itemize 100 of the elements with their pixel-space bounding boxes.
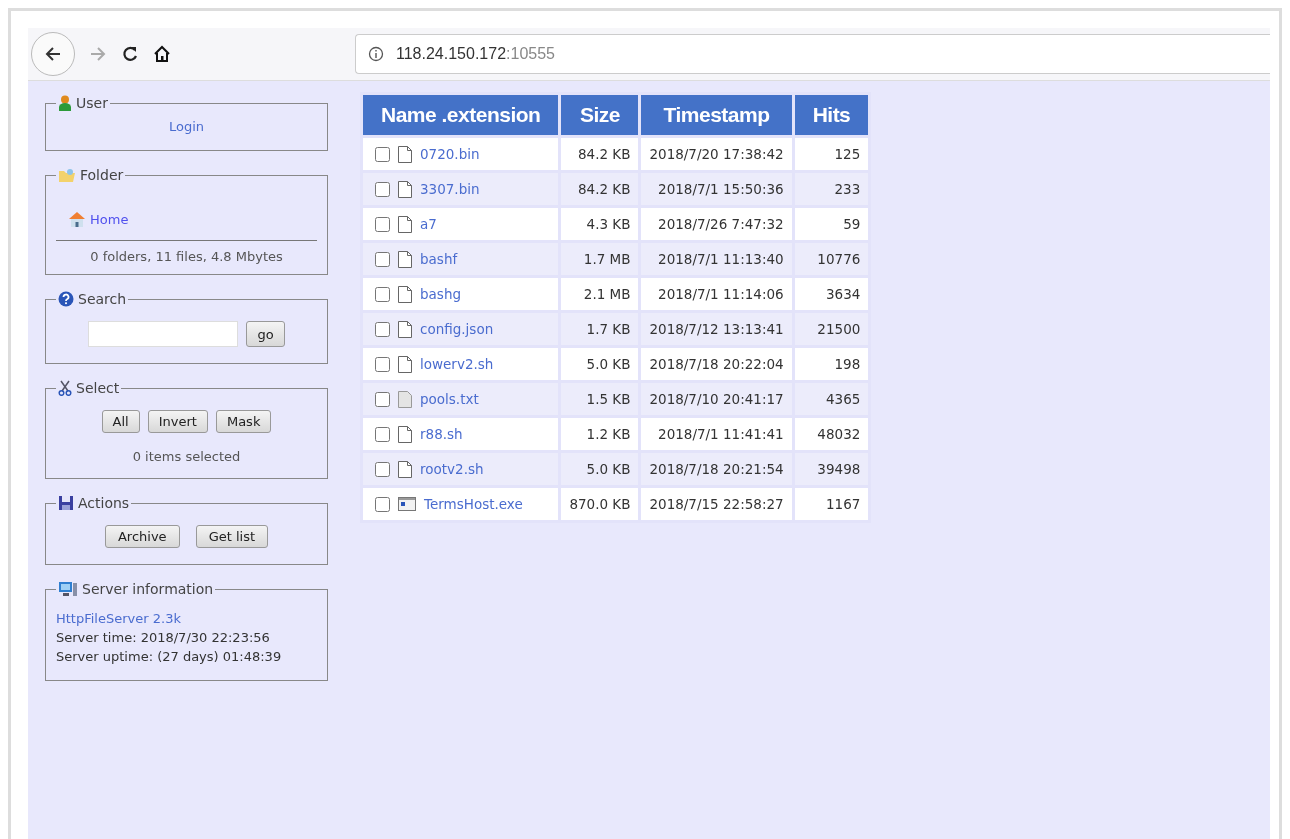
table-cell: 84.2 KB: [561, 173, 639, 205]
row-checkbox[interactable]: [375, 426, 390, 442]
file-link[interactable]: bashf: [420, 251, 458, 267]
server-version-link[interactable]: HttpFileServer 2.3k: [56, 609, 317, 628]
column-header[interactable]: Name .extension: [363, 95, 559, 135]
table-cell: 5.0 KB: [561, 348, 639, 380]
house-icon: [68, 211, 86, 228]
file-icon: [398, 320, 412, 338]
file-link[interactable]: 0720.bin: [420, 146, 480, 162]
table-cell: 59: [794, 208, 869, 240]
file-link[interactable]: bashg: [420, 286, 461, 302]
column-header[interactable]: Size: [561, 95, 639, 135]
scissors-icon: [58, 380, 72, 396]
file-icon: [398, 285, 412, 303]
file-icon: [398, 425, 412, 443]
table-cell: 1.7 KB: [561, 313, 639, 345]
row-checkbox[interactable]: [375, 146, 390, 162]
file-icon: [398, 250, 412, 268]
table-cell: 2018/7/26 7:47:32: [641, 208, 792, 240]
reload-icon[interactable]: [121, 45, 139, 63]
table-cell: 1.5 KB: [561, 383, 639, 415]
search-field[interactable]: [88, 321, 239, 347]
file-icon: [398, 180, 412, 198]
table-cell: 2018/7/15 22:58:27: [641, 488, 792, 520]
table-cell: 2018/7/1 15:50:36: [641, 173, 792, 205]
server-info-line: Server time: 2018/7/30 22:23:56: [56, 629, 271, 647]
panel-title: Search: [78, 291, 127, 307]
select-button[interactable]: All: [101, 410, 140, 433]
panel-title: Folder: [80, 167, 124, 183]
table-cell: 125: [794, 138, 869, 170]
select-button[interactable]: Mask: [215, 410, 272, 433]
row-checkbox[interactable]: [375, 321, 390, 337]
help-icon: [58, 291, 74, 307]
panel-title: User: [76, 95, 108, 111]
computer-icon: [58, 581, 78, 597]
folder-summary: 0 folders, 11 files, 4.8 Mbytes: [89, 249, 284, 264]
row-checkbox[interactable]: [375, 216, 390, 232]
table-cell: 84.2 KB: [561, 138, 639, 170]
file-link[interactable]: rootv2.sh: [420, 461, 484, 477]
back-button[interactable]: [31, 32, 75, 76]
table-cell: 21500: [794, 313, 869, 345]
table-cell: 4.3 KB: [561, 208, 639, 240]
table-cell: 1167: [794, 488, 869, 520]
row-checkbox[interactable]: [375, 461, 390, 477]
file-icon: [398, 145, 412, 163]
table-cell: 5.0 KB: [561, 453, 639, 485]
info-icon: [368, 46, 384, 62]
user-icon: [58, 95, 72, 111]
action-button[interactable]: Get list: [195, 525, 269, 548]
table-cell: 2018/7/18 20:22:04: [641, 348, 792, 380]
action-button[interactable]: Archive: [104, 525, 180, 548]
selection-status: 0 items selected: [131, 449, 242, 464]
table-cell: 1.7 MB: [561, 243, 639, 275]
table-cell: 2018/7/10 20:41:17: [641, 383, 792, 415]
table-cell: 2018/7/1 11:13:40: [641, 243, 792, 275]
table-cell: 2.1 MB: [561, 278, 639, 310]
file-icon: [398, 355, 412, 373]
table-cell: 870.0 KB: [561, 488, 639, 520]
server-info-line: Server uptime: (27 days) 01:48:39: [56, 648, 283, 666]
row-checkbox[interactable]: [375, 496, 390, 512]
column-header[interactable]: Timestamp: [641, 95, 792, 135]
file-link[interactable]: r88.sh: [420, 426, 463, 442]
panel-title: Select: [76, 380, 120, 396]
row-checkbox[interactable]: [375, 286, 390, 302]
table-cell: 2018/7/20 17:38:42: [641, 138, 792, 170]
file-link[interactable]: pools.txt: [420, 391, 479, 407]
row-checkbox[interactable]: [375, 356, 390, 372]
table-cell: 2018/7/1 11:41:41: [641, 418, 792, 450]
address-bar[interactable]: 118.24.150.172:10555: [355, 34, 1270, 74]
panel-title: Server information: [82, 581, 214, 597]
row-checkbox[interactable]: [375, 181, 390, 197]
table-cell: 2018/7/12 13:13:41: [641, 313, 792, 345]
panel-title: Actions: [78, 495, 130, 511]
table-cell: 1.2 KB: [561, 418, 639, 450]
folder-icon: [58, 168, 76, 182]
table-cell: 39498: [794, 453, 869, 485]
file-link[interactable]: lowerv2.sh: [420, 356, 494, 372]
file-link[interactable]: config.json: [420, 321, 494, 337]
file-icon: [398, 460, 412, 478]
home-link[interactable]: Home: [90, 212, 129, 227]
home-icon[interactable]: [153, 45, 171, 63]
file-link[interactable]: a7: [420, 216, 437, 232]
table-cell: 10776: [794, 243, 869, 275]
table-cell: 2018/7/18 20:21:54: [641, 453, 792, 485]
table-cell: 198: [794, 348, 869, 380]
column-header[interactable]: Hits: [794, 95, 869, 135]
go-button[interactable]: go: [246, 321, 285, 347]
table-cell: 233: [794, 173, 869, 205]
program-icon: [398, 497, 416, 511]
select-button[interactable]: Invert: [147, 410, 208, 433]
file-link[interactable]: 3307.bin: [420, 181, 480, 197]
back-arrow-icon: [44, 46, 62, 62]
table-cell: 48032: [794, 418, 869, 450]
text-file-icon: [398, 390, 412, 408]
row-checkbox[interactable]: [375, 251, 390, 267]
table-cell: 4365: [794, 383, 869, 415]
row-checkbox[interactable]: [375, 391, 390, 407]
login-link[interactable]: Login: [168, 117, 205, 140]
table-cell: 2018/7/1 11:14:06: [641, 278, 792, 310]
table-cell: 3634: [794, 278, 869, 310]
